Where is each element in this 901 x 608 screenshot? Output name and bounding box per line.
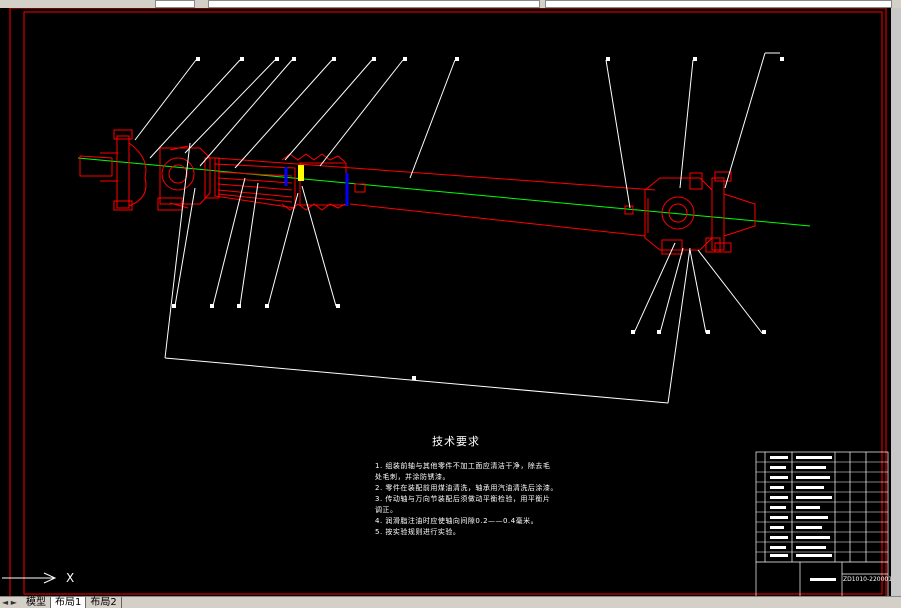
tech-requirement-line: 3. 传动轴与万向节装配后须做动平衡检验，用平衡片: [375, 495, 551, 503]
seal-ring-yellow: [298, 165, 304, 181]
ucs-axis-x-label: X: [66, 571, 74, 585]
right-flange-assembly: [644, 171, 756, 255]
tech-requirement-line: 4. 润滑脂注油时应使轴向间隙0.2——0.4毫米。: [375, 517, 539, 525]
tech-requirement-line: 5. 按实验规则进行实验。: [375, 528, 461, 536]
outer-frame: [9, 7, 887, 599]
center-line: [77, 157, 811, 227]
tech-requirement-line: 处毛刺，并涂防锈漆。: [375, 473, 450, 481]
toolbar-field[interactable]: [208, 0, 540, 8]
drawing-number: ZD1010-2200015: [843, 576, 896, 583]
tab-nav-arrows[interactable]: ◄ ►: [2, 597, 17, 608]
main-tube: [214, 157, 656, 237]
tech-requirement-line: 2. 零件在装配前用煤油清洗，轴承用汽油清洗后涂漆。: [375, 484, 558, 492]
cad-drawing[interactable]: X: [0, 7, 891, 599]
tech-requirements-title: 技术要求: [432, 435, 480, 448]
left-flange-assembly: [79, 129, 220, 211]
layout-tabs: 模型 布局1 布局2: [22, 597, 122, 608]
toolbar-field[interactable]: [155, 0, 195, 8]
balloon-markers: [172, 57, 784, 380]
inner-frame: [23, 11, 883, 595]
layout-tab[interactable]: 布局2: [86, 597, 122, 608]
top-toolbar-strip: [0, 0, 901, 8]
layout-tab-bar: ◄ ► 模型 布局1 布局2: [0, 596, 901, 608]
title-block: [755, 451, 889, 598]
layout-tab[interactable]: 布局1: [51, 597, 87, 608]
tech-requirement-line: 调正。: [375, 506, 398, 514]
drawing-canvas[interactable]: X 技术要求 1. 组装前轴与其他零件不加工面应清洁干净，除去毛 处毛刺，并涂防锈…: [0, 7, 896, 599]
toolbar-field[interactable]: [545, 0, 892, 8]
tech-requirement-line: 1. 组装前轴与其他零件不加工面应清洁干净，除去毛: [375, 462, 551, 470]
vertical-scrollbar[interactable]: [891, 8, 901, 596]
layout-tab[interactable]: 模型: [22, 597, 51, 608]
